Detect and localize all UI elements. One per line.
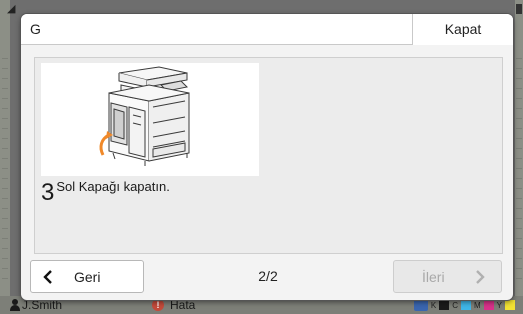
ink-chip-k [439, 300, 450, 310]
next-button-label: İleri [422, 268, 445, 285]
ink-label-k: K [430, 300, 437, 310]
network-icon [413, 299, 428, 311]
user-indicator: J.Smith [10, 298, 62, 312]
step-instruction: 3 Sol Kapağı kapatın. [41, 178, 170, 206]
user-icon [10, 299, 20, 311]
printer-left-cover-icon [99, 66, 190, 166]
printer-illustration [41, 63, 259, 176]
page-indicator: 2/2 [258, 268, 278, 284]
ink-chip-m [483, 300, 494, 310]
back-button[interactable]: Geri [30, 260, 144, 293]
ink-label-m: M [473, 300, 481, 310]
background-left-lines [2, 58, 8, 288]
close-button[interactable]: Kapat [412, 14, 513, 45]
background-corner-mark: ◢ [7, 3, 16, 15]
step-text: Sol Kapağı kapatın. [56, 179, 170, 194]
guide-dialog: G Kapat 3 Sol Kapağı kapatın. Geri 2/2 İ… [21, 14, 513, 300]
ink-chip-c [460, 300, 471, 310]
next-button: İleri [393, 260, 502, 293]
dialog-header: G Kapat [21, 14, 513, 45]
back-button-label: Geri [74, 268, 101, 285]
ink-chip-y [505, 300, 515, 310]
dialog-title: G [30, 21, 41, 37]
error-icon: ! [152, 299, 164, 311]
instruction-panel: 3 Sol Kapağı kapatın. [34, 57, 503, 254]
ink-label-c: C [452, 300, 458, 310]
background-corner-block [516, 4, 522, 14]
background-right-lines [516, 58, 522, 288]
user-name: J.Smith [22, 298, 63, 312]
error-label: Hata [170, 298, 196, 312]
ink-label-y: Y [496, 300, 502, 310]
chevron-left-icon [36, 269, 60, 284]
chevron-right-icon [475, 269, 485, 284]
ink-levels: K C M Y [413, 298, 515, 312]
error-indicator: ! Hata [152, 298, 195, 312]
step-number: 3 [41, 179, 55, 206]
